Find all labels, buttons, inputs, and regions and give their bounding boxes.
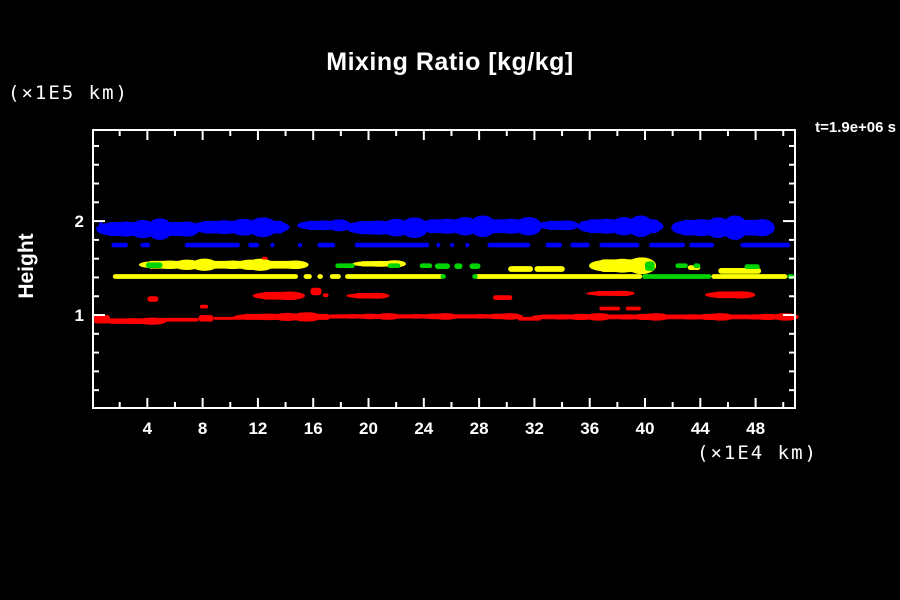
contour-lower-red-patches (364, 293, 390, 299)
contour-upper-cloud-wisps (111, 243, 128, 248)
x-tick-label: 40 (636, 419, 655, 438)
contour-upper-cloud-wisps (570, 243, 589, 248)
contour-mid-band-green-patches (454, 263, 462, 269)
contour-mid-band-green-patches (745, 264, 760, 269)
contour-upper-cloud-band (638, 220, 663, 232)
contour-upper-cloud-band (260, 222, 289, 233)
contour-mid-line-yellow (711, 274, 787, 279)
contour-lower-red-patches (273, 291, 305, 300)
x-tick-label: 12 (248, 419, 267, 438)
contour-lower-red-patches (147, 296, 158, 302)
contour-upper-cloud-wisps (599, 243, 639, 248)
contour-mid-line-yellow (317, 274, 323, 279)
contour-lower-red-patches (200, 305, 208, 309)
contour-upper-cloud-wisps (270, 243, 274, 248)
contour-upper-cloud-wisps (740, 243, 790, 248)
contour-mid-band-green-patches (693, 263, 700, 268)
contour-upper-cloud-band (749, 219, 774, 236)
contour-upper-cloud-band (554, 220, 579, 230)
x-tick-label: 32 (525, 419, 544, 438)
contour-mid-line-yellow (475, 274, 642, 279)
contour-mid-band-yellow-blobs (534, 266, 564, 272)
contour-mid-line-yellow (113, 274, 298, 279)
contour-mid-band-green-patches (675, 263, 687, 268)
x-tick-label: 16 (304, 419, 323, 438)
y-tick-label: 1 (75, 306, 84, 325)
contour-mid-band-green-patches (469, 263, 480, 269)
x-tick-label: 36 (580, 419, 599, 438)
x-tick-label: 8 (198, 419, 207, 438)
contour-upper-cloud-wisps (317, 243, 335, 248)
contour-mid-band-green-patches (335, 263, 354, 268)
contour-upper-cloud-wisps (689, 243, 714, 248)
contour-mid-band-green-patches (435, 263, 450, 269)
contour-mid-band-green-patches (388, 263, 400, 268)
plot-window: Mixing Ratio [kg/kg] (×1E5 km) Height t=… (0, 0, 900, 600)
contour-lower-red-patches (493, 295, 512, 300)
contour-upper-cloud-wisps (649, 243, 685, 248)
contour-lower-red-patches (310, 288, 321, 296)
contour-mid-band-yellow-blobs (282, 261, 308, 270)
contour-upper-cloud-wisps (450, 243, 454, 248)
y-tick-label: 2 (75, 212, 84, 231)
contour-lower-red-patches (605, 291, 634, 296)
contour-upper-cloud-wisps (355, 243, 430, 248)
contour-mid-line-yellow (304, 274, 312, 279)
contour-mid-band-yellow-blobs (508, 266, 533, 272)
x-tick-label: 48 (746, 419, 765, 438)
x-tick-label: 28 (470, 419, 489, 438)
x-tick-label: 44 (691, 419, 710, 438)
contour-mid-line-yellow (330, 274, 341, 279)
x-tick-label: 24 (414, 419, 433, 438)
contour-upper-cloud-wisps (487, 243, 530, 248)
contour-upper-cloud-wisps (465, 243, 469, 248)
contour-lower-red-patches (323, 293, 329, 297)
contour-upper-cloud-wisps (545, 243, 562, 248)
contour-mid-band-green-patches (420, 263, 432, 268)
contour-lower-red-patches (626, 307, 641, 311)
x-tick-label: 4 (143, 419, 153, 438)
contour-lower-red-patches (599, 307, 620, 311)
contour-mid-line-yellow (345, 274, 443, 279)
contour-mid-line-green (642, 274, 711, 279)
plot-area: 481216202428323640444812 (0, 0, 900, 600)
contour-upper-cloud-wisps (248, 243, 259, 248)
contour-lower-red-line (198, 315, 213, 322)
contour-lower-red-line (160, 318, 199, 322)
contour-mid-line-green (472, 274, 478, 279)
contour-upper-cloud-wisps (298, 243, 302, 248)
contour-upper-cloud-wisps (436, 243, 440, 248)
contour-lower-red-patches (262, 257, 268, 260)
contour-mid-band-green-patches (645, 261, 655, 270)
contour-lower-red-patches (725, 291, 756, 298)
contour-upper-cloud-wisps (185, 243, 240, 248)
x-tick-label: 20 (359, 419, 378, 438)
contour-mid-line-green (440, 274, 446, 279)
contour-upper-cloud-wisps (140, 243, 150, 248)
contour-mid-band-green-patches (146, 262, 163, 268)
